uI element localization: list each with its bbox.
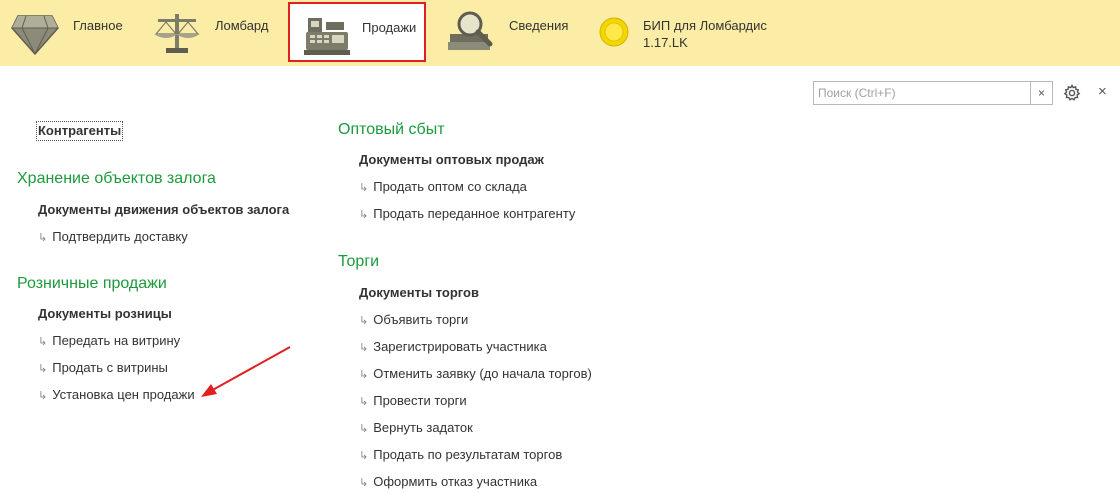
search-clear-button[interactable]: × [1030,82,1052,104]
sections-panel: Главное Ломбард Продажи Сведения БИП для… [0,0,1120,66]
link-cancel-application[interactable]: ↳ Отменить заявку (до начала торгов) [359,366,592,383]
link-label: Продать переданное контрагенту [373,206,576,221]
link-label: Провести торги [373,393,467,408]
subitem-arrow-icon: ↳ [359,450,369,462]
subitem-arrow-icon: ↳ [359,315,369,327]
subitem-arrow-icon: ↳ [38,232,48,244]
diamond-icon [10,10,60,61]
link-sell-from-showcase[interactable]: ↳ Продать с витрины [38,360,168,377]
section-sales-label: Продажи [362,20,417,35]
link-return-deposit[interactable]: ↳ Вернуть задаток [359,420,473,437]
link-sell-by-auction-results[interactable]: ↳ Продать по результатам торгов [359,447,562,464]
link-register-participant[interactable]: ↳ Зарегистрировать участника [359,339,547,356]
link-label: Передать на витрину [52,333,181,348]
group-title-auctions: Торги [338,253,380,270]
link-label: Подтвердить доставку [52,229,188,244]
link-label: Установка цен продажи [52,387,195,402]
section-main[interactable]: Главное [0,0,140,66]
subitem-arrow-icon: ↳ [38,336,48,348]
link-hold-auction[interactable]: ↳ Провести торги [359,393,467,410]
coin-icon [599,17,629,52]
link-label: Продать с витрины [52,360,168,375]
section-info[interactable]: Сведения [440,0,590,66]
subitem-arrow-icon: ↳ [359,477,369,489]
section-lombard[interactable]: Ломбард [140,0,285,66]
link-label: Продать по результатам торгов [373,447,563,462]
group-title-wholesale: Оптовый сбыт [338,121,445,138]
subitem-arrow-icon: ↳ [359,396,369,408]
link-label: Продать оптом со склада [373,179,527,194]
section-bip-version: 1.17.LK [643,35,688,50]
section-bip-name: БИП для Ломбардис [643,18,767,33]
search-input[interactable] [814,82,1031,104]
link-label: Объявить торги [373,312,469,327]
subitem-arrow-icon: ↳ [359,182,369,194]
link-label: Вернуть задаток [373,420,473,435]
subitem-arrow-icon: ↳ [38,363,48,375]
link-label: Оформить отказ участника [373,474,538,489]
section-main-label: Главное [73,18,123,33]
link-wholesale-documents[interactable]: Документы оптовых продаж [359,152,544,168]
section-bip[interactable]: БИП для Ломбардис 1.17.LK [590,0,790,66]
books-magnifier-icon [446,8,498,59]
annotation-arrow [201,346,291,397]
link-retail-documents[interactable]: Документы розницы [38,306,172,322]
scales-icon [152,10,202,61]
subitem-arrow-icon: ↳ [359,209,369,221]
link-set-sale-prices[interactable]: ↳ Установка цен продажи [38,387,195,404]
link-sell-transferred-to-contractor[interactable]: ↳ Продать переданное контрагенту [359,206,575,223]
search-box: × [813,81,1053,105]
subitem-arrow-icon: ↳ [359,342,369,354]
link-sell-wholesale-from-warehouse[interactable]: ↳ Продать оптом со склада [359,179,527,196]
link-label: Отменить заявку (до начала торгов) [373,366,592,381]
link-label: Зарегистрировать участника [373,339,547,354]
cash-register-icon [302,12,352,61]
section-lombard-label: Ломбард [215,18,269,33]
subitem-arrow-icon: ↳ [359,369,369,381]
group-title-retail: Розничные продажи [17,275,167,292]
group-title-storage: Хранение объектов залога [17,170,216,187]
link-participant-refusal[interactable]: ↳ Оформить отказ участника [359,474,537,491]
section-bip-label: БИП для Ломбардис 1.17.LK [643,17,767,51]
subitem-arrow-icon: ↳ [359,423,369,435]
link-announce-auction[interactable]: ↳ Объявить торги [359,312,468,329]
link-storage-documents[interactable]: Документы движения объектов залога [38,202,289,218]
gear-icon[interactable] [1063,84,1081,107]
link-contractors[interactable]: Контрагенты [35,121,124,141]
subitem-arrow-icon: ↳ [38,390,48,402]
close-icon[interactable]: × [1098,83,1107,100]
section-info-label: Сведения [509,18,569,33]
link-confirm-delivery[interactable]: ↳ Подтвердить доставку [38,229,188,246]
link-transfer-to-showcase[interactable]: ↳ Передать на витрину [38,333,180,350]
section-sales[interactable]: Продажи [288,2,426,62]
link-auction-documents[interactable]: Документы торгов [359,285,479,301]
